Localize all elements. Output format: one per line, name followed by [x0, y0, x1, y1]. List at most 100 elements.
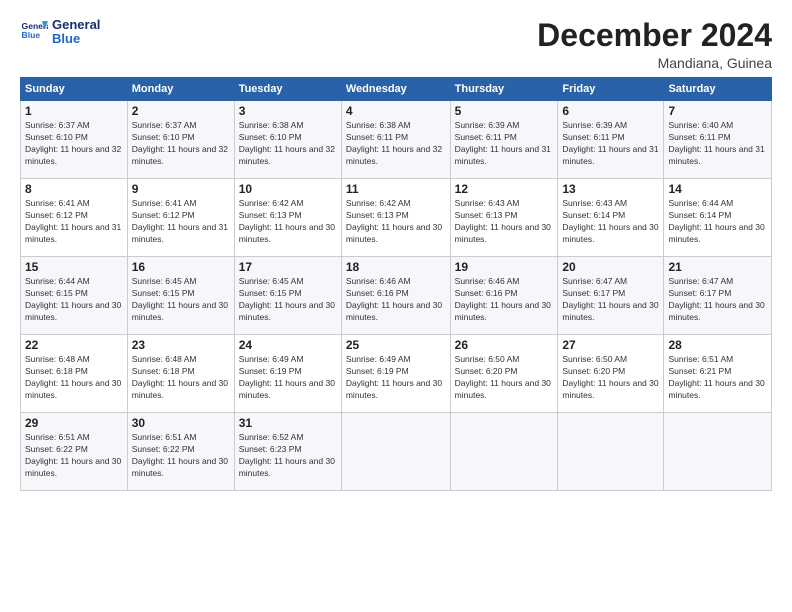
day-info: Sunrise: 6:51 AMSunset: 6:22 PMDaylight:…	[132, 432, 230, 480]
day-cell: 23 Sunrise: 6:48 AMSunset: 6:18 PMDayligh…	[127, 335, 234, 413]
logo: General Blue General Blue	[20, 18, 100, 47]
day-number: 19	[455, 260, 554, 274]
day-number: 13	[562, 182, 659, 196]
day-info: Sunrise: 6:47 AMSunset: 6:17 PMDaylight:…	[668, 276, 767, 324]
day-number: 11	[346, 182, 446, 196]
day-cell: 15Sunrise: 6:44 AMSunset: 6:15 PMDayligh…	[21, 257, 128, 335]
day-number: 5	[455, 104, 554, 118]
day-info: Sunrise: 6:49 AMSunset: 6:19 PMDaylight:…	[346, 354, 446, 402]
logo-blue: Blue	[52, 32, 100, 46]
day-info: Sunrise: 6:39 AMSunset: 6:11 PMDaylight:…	[455, 120, 554, 168]
day-number: 29	[25, 416, 123, 430]
day-number: 30	[132, 416, 230, 430]
day-info: Sunrise: 6:49 AMSunset: 6:19 PMDaylight:…	[239, 354, 337, 402]
header-monday: Monday	[127, 78, 234, 101]
logo-icon: General Blue	[20, 18, 48, 46]
day-number: 7	[668, 104, 767, 118]
day-cell	[558, 413, 664, 491]
day-number: 6	[562, 104, 659, 118]
day-info: Sunrise: 6:43 AMSunset: 6:14 PMDaylight:…	[562, 198, 659, 246]
day-cell	[450, 413, 558, 491]
day-cell: 2 Sunrise: 6:37 AMSunset: 6:10 PMDaylight…	[127, 101, 234, 179]
day-cell: 19 Sunrise: 6:46 AMSunset: 6:16 PMDayligh…	[450, 257, 558, 335]
day-cell: 1 Sunrise: 6:37 AMSunset: 6:10 PMDaylight…	[21, 101, 128, 179]
day-cell: 27 Sunrise: 6:50 AMSunset: 6:20 PMDayligh…	[558, 335, 664, 413]
day-cell: 25Sunrise: 6:49 AMSunset: 6:19 PMDayligh…	[341, 335, 450, 413]
day-cell	[341, 413, 450, 491]
day-cell: 30 Sunrise: 6:51 AMSunset: 6:22 PMDayligh…	[127, 413, 234, 491]
day-number: 27	[562, 338, 659, 352]
day-number: 28	[668, 338, 767, 352]
day-number: 18	[346, 260, 446, 274]
day-cell: 10 Sunrise: 6:42 AMSunset: 6:13 PMDayligh…	[234, 179, 341, 257]
day-info: Sunrise: 6:38 AMSunset: 6:11 PMDaylight:…	[346, 120, 446, 168]
day-info: Sunrise: 6:37 AMSunset: 6:10 PMDaylight:…	[25, 120, 123, 168]
day-cell: 18Sunrise: 6:46 AMSunset: 6:16 PMDayligh…	[341, 257, 450, 335]
header-saturday: Saturday	[664, 78, 772, 101]
day-cell: 28Sunrise: 6:51 AMSunset: 6:21 PMDayligh…	[664, 335, 772, 413]
header-wednesday: Wednesday	[341, 78, 450, 101]
day-info: Sunrise: 6:48 AMSunset: 6:18 PMDaylight:…	[132, 354, 230, 402]
day-info: Sunrise: 6:40 AMSunset: 6:11 PMDaylight:…	[668, 120, 767, 168]
day-number: 4	[346, 104, 446, 118]
day-number: 31	[239, 416, 337, 430]
day-cell: 17Sunrise: 6:45 AMSunset: 6:15 PMDayligh…	[234, 257, 341, 335]
calendar-table: SundayMondayTuesdayWednesdayThursdayFrid…	[20, 77, 772, 491]
day-info: Sunrise: 6:43 AMSunset: 6:13 PMDaylight:…	[455, 198, 554, 246]
day-info: Sunrise: 6:50 AMSunset: 6:20 PMDaylight:…	[562, 354, 659, 402]
week-row-4: 22Sunrise: 6:48 AMSunset: 6:18 PMDayligh…	[21, 335, 772, 413]
day-info: Sunrise: 6:52 AMSunset: 6:23 PMDaylight:…	[239, 432, 337, 480]
day-cell: 12 Sunrise: 6:43 AMSunset: 6:13 PMDayligh…	[450, 179, 558, 257]
week-row-5: 29 Sunrise: 6:51 AMSunset: 6:22 PMDayligh…	[21, 413, 772, 491]
day-number: 8	[25, 182, 123, 196]
day-number: 9	[132, 182, 230, 196]
day-info: Sunrise: 6:42 AMSunset: 6:13 PMDaylight:…	[346, 198, 446, 246]
day-number: 24	[239, 338, 337, 352]
location-subtitle: Mandiana, Guinea	[537, 55, 772, 71]
day-cell: 29 Sunrise: 6:51 AMSunset: 6:22 PMDayligh…	[21, 413, 128, 491]
day-cell: 11 Sunrise: 6:42 AMSunset: 6:13 PMDayligh…	[341, 179, 450, 257]
day-info: Sunrise: 6:46 AMSunset: 6:16 PMDaylight:…	[455, 276, 554, 324]
week-row-2: 8 Sunrise: 6:41 AMSunset: 6:12 PMDaylight…	[21, 179, 772, 257]
day-info: Sunrise: 6:37 AMSunset: 6:10 PMDaylight:…	[132, 120, 230, 168]
day-number: 16	[132, 260, 230, 274]
day-info: Sunrise: 6:41 AMSunset: 6:12 PMDaylight:…	[132, 198, 230, 246]
day-cell: 22Sunrise: 6:48 AMSunset: 6:18 PMDayligh…	[21, 335, 128, 413]
header: General Blue General Blue December 2024 …	[20, 18, 772, 71]
day-number: 3	[239, 104, 337, 118]
day-cell: 26Sunrise: 6:50 AMSunset: 6:20 PMDayligh…	[450, 335, 558, 413]
day-info: Sunrise: 6:42 AMSunset: 6:13 PMDaylight:…	[239, 198, 337, 246]
day-info: Sunrise: 6:47 AMSunset: 6:17 PMDaylight:…	[562, 276, 659, 324]
day-info: Sunrise: 6:51 AMSunset: 6:22 PMDaylight:…	[25, 432, 123, 480]
day-number: 23	[132, 338, 230, 352]
day-info: Sunrise: 6:44 AMSunset: 6:14 PMDaylight:…	[668, 198, 767, 246]
day-cell: 6 Sunrise: 6:39 AMSunset: 6:11 PMDaylight…	[558, 101, 664, 179]
header-thursday: Thursday	[450, 78, 558, 101]
day-info: Sunrise: 6:45 AMSunset: 6:15 PMDaylight:…	[132, 276, 230, 324]
header-friday: Friday	[558, 78, 664, 101]
day-cell: 31 Sunrise: 6:52 AMSunset: 6:23 PMDayligh…	[234, 413, 341, 491]
day-cell: 13 Sunrise: 6:43 AMSunset: 6:14 PMDayligh…	[558, 179, 664, 257]
month-title: December 2024	[537, 18, 772, 53]
day-info: Sunrise: 6:45 AMSunset: 6:15 PMDaylight:…	[239, 276, 337, 324]
week-row-1: 1 Sunrise: 6:37 AMSunset: 6:10 PMDaylight…	[21, 101, 772, 179]
day-cell: 3 Sunrise: 6:38 AMSunset: 6:10 PMDaylight…	[234, 101, 341, 179]
day-info: Sunrise: 6:38 AMSunset: 6:10 PMDaylight:…	[239, 120, 337, 168]
title-block: December 2024 Mandiana, Guinea	[537, 18, 772, 71]
day-cell: 7 Sunrise: 6:40 AMSunset: 6:11 PMDaylight…	[664, 101, 772, 179]
day-info: Sunrise: 6:41 AMSunset: 6:12 PMDaylight:…	[25, 198, 123, 246]
day-cell: 4 Sunrise: 6:38 AMSunset: 6:11 PMDaylight…	[341, 101, 450, 179]
header-sunday: Sunday	[21, 78, 128, 101]
day-cell	[664, 413, 772, 491]
day-number: 20	[562, 260, 659, 274]
day-cell: 8 Sunrise: 6:41 AMSunset: 6:12 PMDaylight…	[21, 179, 128, 257]
day-cell: 24 Sunrise: 6:49 AMSunset: 6:19 PMDayligh…	[234, 335, 341, 413]
day-number: 1	[25, 104, 123, 118]
day-info: Sunrise: 6:48 AMSunset: 6:18 PMDaylight:…	[25, 354, 123, 402]
day-info: Sunrise: 6:44 AMSunset: 6:15 PMDaylight:…	[25, 276, 123, 324]
day-number: 2	[132, 104, 230, 118]
day-info: Sunrise: 6:39 AMSunset: 6:11 PMDaylight:…	[562, 120, 659, 168]
day-number: 12	[455, 182, 554, 196]
day-number: 14	[668, 182, 767, 196]
day-number: 10	[239, 182, 337, 196]
